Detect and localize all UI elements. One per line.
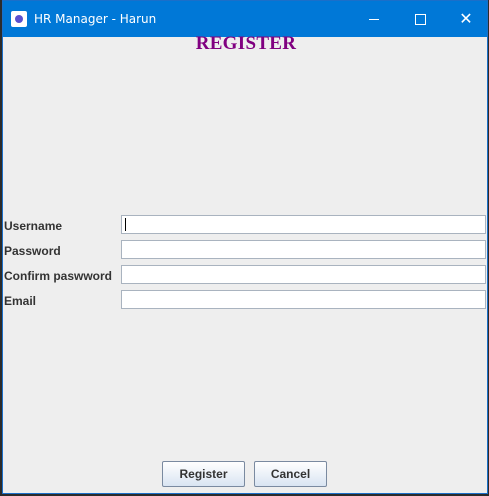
email-field[interactable] bbox=[121, 290, 486, 309]
close-button[interactable]: ✕ bbox=[443, 1, 489, 37]
confirm-password-field[interactable] bbox=[121, 265, 486, 284]
app-icon bbox=[11, 11, 27, 27]
title-bar[interactable]: HR Manager - Harun ✕ bbox=[3, 1, 487, 37]
password-field[interactable] bbox=[121, 240, 486, 259]
page-title: REGISTER bbox=[195, 33, 297, 54]
register-window: HR Manager - Harun ✕ REGISTER Username P… bbox=[2, 0, 488, 494]
username-field[interactable] bbox=[121, 215, 486, 234]
close-icon: ✕ bbox=[459, 11, 473, 28]
confirm-password-label: Confirm paswword bbox=[4, 269, 113, 283]
window-title: HR Manager - Harun bbox=[34, 12, 157, 26]
maximize-button[interactable] bbox=[397, 1, 443, 37]
cancel-button[interactable]: Cancel bbox=[254, 461, 327, 487]
username-label: Username bbox=[4, 219, 63, 233]
minimize-button[interactable] bbox=[351, 1, 397, 37]
maximize-icon bbox=[414, 13, 426, 25]
text-caret bbox=[125, 218, 126, 231]
email-label: Email bbox=[4, 294, 37, 308]
password-label: Password bbox=[4, 244, 61, 258]
minimize-icon bbox=[369, 18, 379, 20]
register-button[interactable]: Register bbox=[162, 461, 245, 487]
